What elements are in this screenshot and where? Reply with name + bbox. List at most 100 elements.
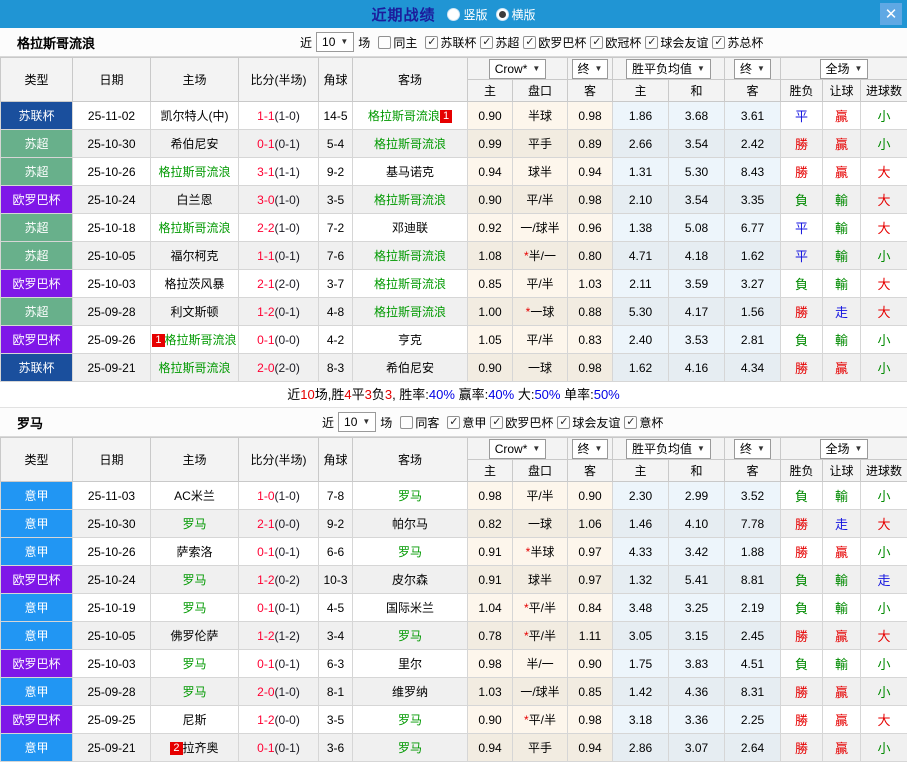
home-team-cell: 利文斯顿 — [151, 298, 239, 326]
league-checkbox-checked[interactable]: ✓ — [712, 36, 725, 49]
result-cell: 勝 — [781, 678, 823, 706]
col-header-corner: 角球 — [319, 58, 353, 102]
halftime-score: (0-1) — [275, 545, 300, 559]
subcol-ah-home: 主 — [468, 460, 513, 482]
vertical-layout-label[interactable]: 竖版 — [463, 6, 487, 23]
handicap-odds-cell: 0.91 — [468, 566, 513, 594]
chevron-down-icon: ▼ — [757, 440, 765, 458]
league-checkbox-checked[interactable]: ✓ — [447, 416, 460, 429]
vertical-layout-radio[interactable] — [447, 8, 460, 21]
corner-cell: 7-2 — [319, 214, 353, 242]
halftime-score: (0-1) — [275, 305, 300, 319]
avg-odds-value: 胜平负均值 — [632, 60, 692, 78]
team-name: 帕尔马 — [392, 517, 428, 531]
goals-result-cell: 大 — [861, 158, 907, 186]
goals-result-cell: 大 — [861, 622, 907, 650]
corner-cell: 6-3 — [319, 650, 353, 678]
goals-result-cell: 大 — [861, 706, 907, 734]
competition-badge: 意甲 — [1, 678, 73, 706]
fulltime-score: 1-2 — [257, 573, 274, 587]
same-venue-checkbox[interactable] — [378, 36, 391, 49]
corner-cell: 9-2 — [319, 158, 353, 186]
horizontal-layout-radio[interactable] — [496, 8, 509, 21]
avg-odds-dropdown[interactable]: 胜平负均值 ▼ — [626, 439, 711, 459]
final-odds-dropdown-2[interactable]: 终 ▼ — [734, 59, 771, 79]
corner-cell: 4-2 — [319, 326, 353, 354]
score-cell: 3-1(1-1) — [239, 158, 319, 186]
rank-badge: 2 — [170, 742, 182, 755]
league-checkbox-checked[interactable]: ✓ — [624, 416, 637, 429]
live-star-icon: * — [526, 545, 531, 559]
team-name: 邓迪联 — [392, 221, 428, 235]
score-cell: 1-2(0-2) — [239, 566, 319, 594]
league-checkbox-checked[interactable]: ✓ — [480, 36, 493, 49]
date-cell: 25-09-21 — [73, 354, 151, 382]
date-cell: 25-09-25 — [73, 706, 151, 734]
scope-dropdown[interactable]: 全场 ▼ — [820, 439, 869, 459]
league-checkbox-checked[interactable]: ✓ — [425, 36, 438, 49]
europe-odds-cell: 3.05 — [613, 622, 669, 650]
score-cell: 0-1(0-1) — [239, 594, 319, 622]
fulltime-score: 0-1 — [257, 137, 274, 151]
fulltime-score: 3-1 — [257, 165, 274, 179]
odds-company-dropdown[interactable]: Crow* ▼ — [489, 59, 547, 79]
league-checkbox-checked[interactable]: ✓ — [523, 36, 536, 49]
competition-badge: 欧罗巴杯 — [1, 326, 73, 354]
summary-segment: 40% — [429, 387, 455, 402]
final-odds-dropdown-2[interactable]: 终 ▼ — [734, 439, 771, 459]
europe-odds-cell: 1.46 — [613, 510, 669, 538]
match-count-dropdown[interactable]: 10 ▼ — [316, 32, 354, 52]
team-title-roma: 罗马 — [0, 413, 43, 432]
team-name: 希伯尼安 — [386, 361, 434, 375]
home-team-cell: 罗马 — [151, 566, 239, 594]
result-cell: 勝 — [781, 706, 823, 734]
scope-dropdown[interactable]: 全场 ▼ — [820, 59, 869, 79]
handicap-result-cell: 贏 — [823, 130, 861, 158]
match-count-dropdown[interactable]: 10 ▼ — [338, 412, 376, 432]
league-checkbox-checked[interactable]: ✓ — [590, 36, 603, 49]
handicap-odds-cell: 半球 — [513, 102, 568, 130]
handicap-odds-cell: *半/一 — [513, 242, 568, 270]
section-header-roma: 罗马 近 10 ▼ 场 同客 ✓意甲✓欧罗巴杯✓球会友谊✓意杯 — [0, 407, 907, 437]
team-name: 里尔 — [398, 657, 422, 671]
avg-odds-dropdown[interactable]: 胜平负均值 ▼ — [626, 59, 711, 79]
handicap-result-cell: 輸 — [823, 566, 861, 594]
goals-result-cell: 小 — [861, 678, 907, 706]
col-header-score: 比分(半场) — [239, 58, 319, 102]
final-odds-dropdown[interactable]: 终 ▼ — [572, 59, 609, 79]
europe-odds-cell: 4.10 — [669, 510, 725, 538]
live-star-icon: * — [526, 305, 531, 319]
match-row: 欧罗巴杯25-10-24罗马1-2(0-2)10-3皮尔森0.91球半0.971… — [1, 566, 907, 594]
final-odds-dropdown[interactable]: 终 ▼ — [572, 439, 609, 459]
home-team-cell: 2拉齐奥 — [151, 734, 239, 762]
team-name: 白兰恩 — [176, 193, 212, 207]
league-label: 欧罗巴杯 — [538, 34, 586, 51]
games-label: 场 — [358, 34, 370, 51]
league-checkbox-checked[interactable]: ✓ — [557, 416, 570, 429]
goals-result-cell: 小 — [861, 326, 907, 354]
odds-company-dropdown[interactable]: Crow* ▼ — [489, 439, 547, 459]
away-team-cell: 希伯尼安 — [353, 354, 468, 382]
europe-odds-cell: 3.53 — [669, 326, 725, 354]
close-button[interactable]: ✕ — [880, 3, 902, 25]
competition-badge: 欧罗巴杯 — [1, 706, 73, 734]
handicap-odds-cell: 平/半 — [513, 186, 568, 214]
league-checkbox-checked[interactable]: ✓ — [645, 36, 658, 49]
match-row: 欧罗巴杯25-09-261格拉斯哥流浪0-1(0-0)4-2亨克1.05平/半0… — [1, 326, 907, 354]
competition-badge: 苏超 — [1, 158, 73, 186]
league-label: 球会友谊 — [572, 414, 620, 431]
fulltime-score: 0-1 — [257, 741, 274, 755]
summary-segment: 大: — [514, 387, 534, 402]
away-team-cell: 格拉斯哥流浪 — [353, 270, 468, 298]
result-cell: 負 — [781, 482, 823, 510]
league-filter: ✓意杯 — [624, 414, 663, 431]
match-row: 欧罗巴杯25-10-24白兰恩3-0(1-0)3-5格拉斯哥流浪0.90平/半0… — [1, 186, 907, 214]
horizontal-layout-label[interactable]: 横版 — [512, 6, 536, 23]
same-venue-checkbox[interactable] — [400, 416, 413, 429]
league-checkbox-checked[interactable]: ✓ — [490, 416, 503, 429]
away-team-cell: 里尔 — [353, 650, 468, 678]
fulltime-score: 0-1 — [257, 657, 274, 671]
europe-odds-cell: 3.61 — [725, 102, 781, 130]
handicap-odds-cell: 1.04 — [468, 594, 513, 622]
corner-cell: 14-5 — [319, 102, 353, 130]
